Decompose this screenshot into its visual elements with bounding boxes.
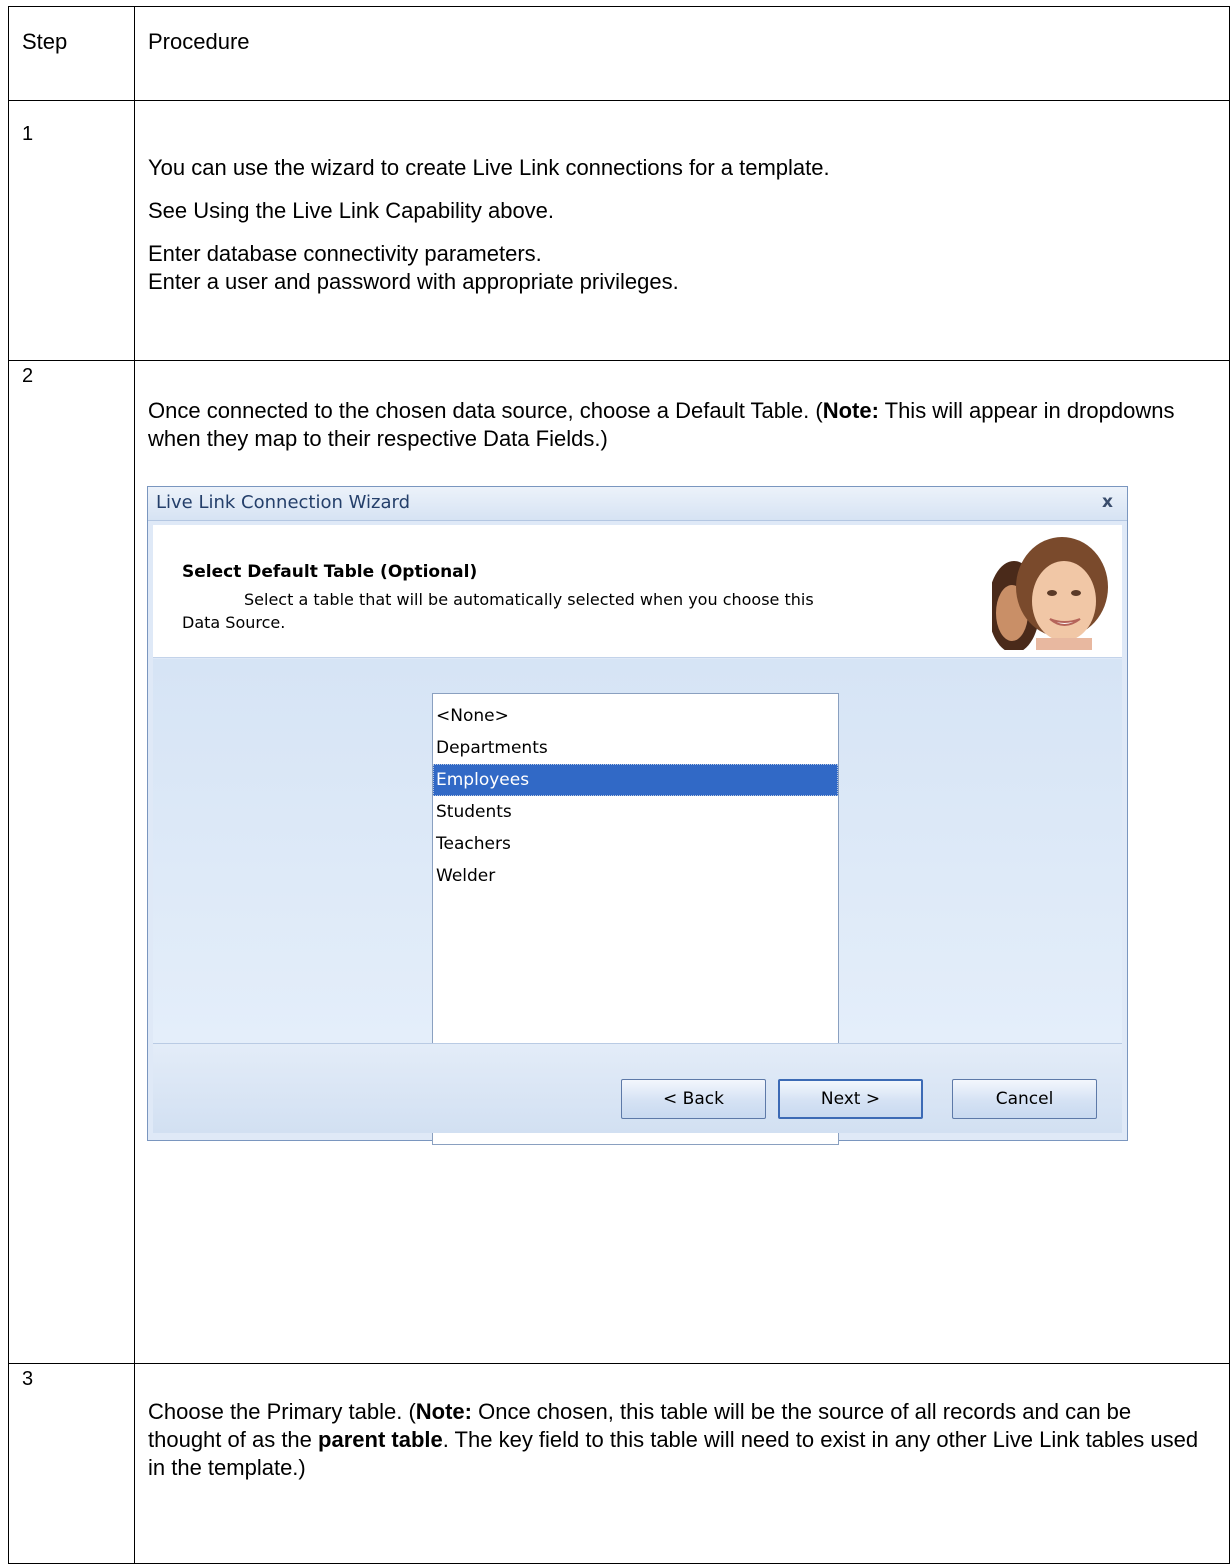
step-number: 3	[22, 1368, 34, 1390]
wizard-title: Live Link Connection Wizard	[156, 492, 411, 513]
paragraph: Enter a user and password with appropria…	[148, 269, 679, 294]
wizard-photo	[992, 535, 1110, 650]
step-number: 2	[22, 365, 34, 387]
procedure-cell: Once connected to the chosen data source…	[134, 360, 1230, 1364]
paragraph: Choose the Primary table. (Note: Once ch…	[135, 1398, 1229, 1482]
wizard-footer: < Back Next > Cancel	[153, 1044, 1122, 1133]
wizard-heading: Select Default Table (Optional)	[182, 562, 478, 582]
note-label: Note:	[822, 398, 879, 423]
close-icon[interactable]: x	[1102, 492, 1113, 512]
table-row: 3 Choose the Primary table. (Note: Once …	[8, 1363, 1230, 1564]
table-header-row: Step Procedure	[8, 6, 1230, 101]
text-run: Choose the Primary table. (	[148, 1399, 416, 1424]
list-item-selected[interactable]: Employees	[433, 764, 838, 796]
cancel-button[interactable]: Cancel	[952, 1079, 1097, 1119]
people-photo-icon	[992, 535, 1110, 650]
step-cell: 3	[8, 1363, 135, 1564]
description-line: Data Source.	[182, 613, 286, 632]
paragraph: You can use the wizard to create Live Li…	[148, 155, 830, 180]
step-cell: 1	[8, 100, 135, 361]
wizard-header: Select Default Table (Optional) Select a…	[153, 525, 1122, 658]
paragraph: Once connected to the chosen data source…	[135, 397, 1229, 453]
next-button[interactable]: Next >	[778, 1079, 923, 1119]
list-item[interactable]: Students	[433, 796, 838, 828]
note-label: Note:	[415, 1399, 472, 1424]
list-item[interactable]: Departments	[433, 732, 838, 764]
procedure-header-cell: Procedure	[134, 6, 1230, 101]
procedure-header: Procedure	[148, 29, 250, 54]
wizard-dialog: Live Link Connection Wizard x Select Def…	[147, 486, 1128, 1145]
step-header: Step	[22, 29, 68, 54]
paragraph: Enter database connectivity parameters.	[148, 241, 542, 266]
list-item[interactable]: <None>	[433, 700, 838, 732]
description-line: Select a table that will be automaticall…	[244, 590, 814, 609]
step-number: 1	[22, 123, 34, 145]
back-button[interactable]: < Back	[621, 1079, 766, 1119]
table-row: 1 You can use the wizard to create Live …	[8, 100, 1230, 361]
wizard-titlebar: Live Link Connection Wizard x	[148, 487, 1127, 521]
procedure-table: Step Procedure 1 You can use the wizard …	[8, 6, 1230, 1564]
step-header-cell: Step	[8, 6, 135, 101]
procedure-cell: Choose the Primary table. (Note: Once ch…	[134, 1363, 1230, 1564]
wizard-description: Select a table that will be automaticall…	[182, 588, 942, 634]
paragraph: See Using the Live Link Capability above…	[148, 198, 555, 223]
bold-term: parent table	[318, 1427, 443, 1452]
table-row: 2 Once connected to the chosen data sour…	[8, 360, 1230, 1364]
procedure-cell: You can use the wizard to create Live Li…	[134, 100, 1230, 361]
text-run: Once connected to the chosen data source…	[148, 398, 823, 423]
list-item[interactable]: Welder	[433, 860, 838, 892]
step-cell: 2	[8, 360, 135, 1364]
list-item[interactable]: Teachers	[433, 828, 838, 860]
